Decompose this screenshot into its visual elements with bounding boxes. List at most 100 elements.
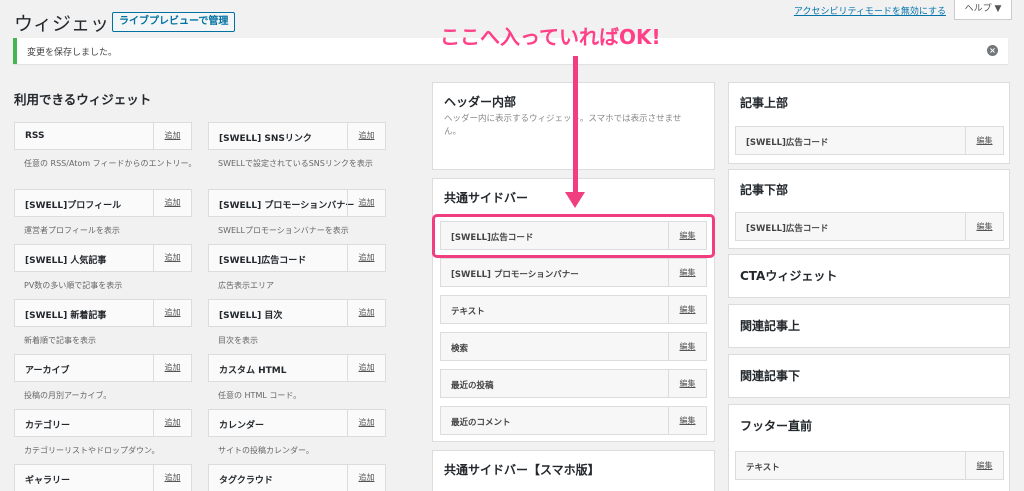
sidebar-title: 関連記事下: [740, 369, 801, 383]
widget-description: 広告表示エリア: [218, 281, 274, 290]
edit-widget-button[interactable]: 編集: [668, 296, 706, 323]
add-widget-button[interactable]: 追加: [153, 245, 191, 271]
widget-description: 目次を表示: [218, 336, 258, 345]
sidebar-common-mobile[interactable]: 共通サイドバー【スマホ版】: [432, 450, 715, 491]
add-widget-button[interactable]: 追加: [347, 410, 385, 436]
add-widget-button[interactable]: 追加: [153, 465, 191, 491]
add-widget-button[interactable]: 追加: [153, 123, 191, 149]
widget-description: SWELLプロモーションバナーを表示: [218, 226, 349, 235]
widget-title: 最近の投稿: [451, 381, 494, 391]
sidebar-cta[interactable]: CTAウィジェット: [728, 254, 1010, 298]
widget-description: サイトの投稿カレンダー。: [218, 446, 314, 455]
widget-title: カテゴリー: [25, 421, 71, 431]
edit-widget-button[interactable]: 編集: [965, 213, 1003, 240]
add-widget-button[interactable]: 追加: [347, 355, 385, 381]
add-widget-button[interactable]: 追加: [347, 465, 385, 491]
widget-title: [SWELL]広告コード: [219, 256, 307, 266]
add-widget-button[interactable]: 追加: [347, 123, 385, 149]
widget-title: [SWELL]プロフィール: [25, 201, 122, 211]
edit-widget-button[interactable]: 編集: [965, 127, 1003, 154]
sidebar-widget[interactable]: 検索 編集: [440, 332, 707, 361]
widget-promo-banner[interactable]: [SWELL] プロモーションバナー 追加: [208, 189, 386, 217]
widget-title: テキスト: [451, 307, 485, 317]
widget-sns-link[interactable]: [SWELL] SNSリンク 追加: [208, 122, 386, 150]
widget-title: カスタム HTML: [219, 366, 287, 376]
edit-widget-button[interactable]: 編集: [668, 259, 706, 286]
sidebar-related-bottom[interactable]: 関連記事下: [728, 354, 1010, 398]
widget-categories[interactable]: カテゴリー 追加: [14, 409, 192, 437]
widget-title: [SWELL] プロモーションバナー: [451, 270, 579, 280]
edit-widget-button[interactable]: 編集: [668, 370, 706, 397]
annotation-callout: ここへ入っていればOK!: [440, 25, 661, 49]
sidebar-widget[interactable]: [SWELL] プロモーションバナー 編集: [440, 258, 707, 287]
widget-title: [SWELL]広告コード: [746, 224, 829, 234]
widget-title: テキスト: [746, 463, 780, 473]
widget-title: タグクラウド: [219, 476, 273, 486]
widget-tag-cloud[interactable]: タグクラウド 追加: [208, 464, 386, 491]
add-widget-button[interactable]: 追加: [347, 300, 385, 326]
widget-title: [SWELL] 新着記事: [25, 311, 107, 321]
sidebar-widget[interactable]: テキスト 編集: [735, 451, 1004, 480]
widget-ad-code[interactable]: [SWELL]広告コード 追加: [208, 244, 386, 272]
widget-calendar[interactable]: カレンダー 追加: [208, 409, 386, 437]
widget-toc[interactable]: [SWELL] 目次 追加: [208, 299, 386, 327]
help-tab[interactable]: ヘルプ ▼: [954, 0, 1012, 20]
widget-description: 新着順で記事を表示: [24, 336, 96, 345]
widget-description: カテゴリーリストやドロップダウン。: [24, 446, 160, 455]
sidebar-title: 関連記事上: [740, 319, 801, 333]
add-widget-button[interactable]: 追加: [153, 190, 191, 216]
sidebar-title: フッター直前: [740, 419, 813, 433]
sidebar-title: 記事上部: [740, 96, 789, 110]
sidebar-title: 共通サイドバー【スマホ版】: [444, 463, 600, 477]
widget-title: ギャラリー: [25, 476, 71, 486]
widget-new-posts[interactable]: [SWELL] 新着記事 追加: [14, 299, 192, 327]
arrow-shaft: [573, 56, 578, 196]
widget-title: アーカイブ: [25, 366, 70, 376]
highlight-box: [432, 214, 715, 258]
widget-title: RSS: [25, 131, 45, 141]
widget-rss[interactable]: RSS 追加: [14, 122, 192, 150]
edit-widget-button[interactable]: 編集: [668, 333, 706, 360]
available-widgets-title: 利用できるウィジェット: [14, 92, 152, 107]
sidebar-widget[interactable]: 最近のコメント 編集: [440, 406, 707, 435]
widget-profile[interactable]: [SWELL]プロフィール 追加: [14, 189, 192, 217]
add-widget-button[interactable]: 追加: [153, 410, 191, 436]
sidebar-title: ヘッダー内部: [444, 95, 517, 109]
sidebar-widget[interactable]: [SWELL]広告コード 編集: [735, 212, 1004, 241]
add-widget-button[interactable]: 追加: [347, 190, 385, 216]
arrow-down-icon: [565, 192, 585, 208]
notice-text: 変更を保存しました。: [27, 48, 118, 58]
widget-description: PV数の多い順で記事を表示: [24, 281, 123, 290]
widget-description: 任意の RSS/Atom フィードからのエントリー。: [24, 159, 197, 168]
widget-description: 投稿の月別アーカイブ。: [24, 391, 112, 400]
widget-description: SWELLで設定されているSNSリンクを表示: [218, 159, 373, 168]
close-icon[interactable]: ×: [987, 45, 998, 56]
widget-title: カレンダー: [219, 421, 265, 431]
accessibility-mode-link[interactable]: アクセシビリティモードを無効にする: [794, 4, 946, 17]
sidebar-description: ヘッダー内に表示するウィジェット。スマホでは表示させません。: [444, 114, 682, 137]
edit-widget-button[interactable]: 編集: [668, 407, 706, 434]
widget-description: 任意の HTML コード。: [218, 391, 302, 400]
widget-title: [SWELL] SNSリンク: [219, 134, 312, 144]
sidebar-widget[interactable]: 最近の投稿 編集: [440, 369, 707, 398]
widget-title: [SWELL] プロモーションバナー: [219, 201, 355, 211]
sidebar-title: 記事下部: [740, 183, 789, 197]
add-widget-button[interactable]: 追加: [153, 300, 191, 326]
widget-title: [SWELL] 目次: [219, 311, 283, 321]
widget-description: 運営者プロフィールを表示: [24, 226, 120, 235]
add-widget-button[interactable]: 追加: [153, 355, 191, 381]
widget-popular-posts[interactable]: [SWELL] 人気記事 追加: [14, 244, 192, 272]
sidebar-widget[interactable]: [SWELL]広告コード 編集: [735, 126, 1004, 155]
widget-title: 検索: [451, 344, 469, 354]
sidebar-related-top[interactable]: 関連記事上: [728, 304, 1010, 348]
page-title: ウィジェット: [14, 13, 129, 35]
sidebar-title: 共通サイドバー: [444, 191, 529, 205]
widget-gallery[interactable]: ギャラリー 追加: [14, 464, 192, 491]
add-widget-button[interactable]: 追加: [347, 245, 385, 271]
sidebar-widget[interactable]: テキスト 編集: [440, 295, 707, 324]
widget-custom-html[interactable]: カスタム HTML 追加: [208, 354, 386, 382]
widget-title: [SWELL] 人気記事: [25, 256, 107, 266]
edit-widget-button[interactable]: 編集: [965, 452, 1003, 479]
widget-archive[interactable]: アーカイブ 追加: [14, 354, 192, 382]
live-preview-button[interactable]: ライブプレビューで管理: [112, 12, 236, 32]
